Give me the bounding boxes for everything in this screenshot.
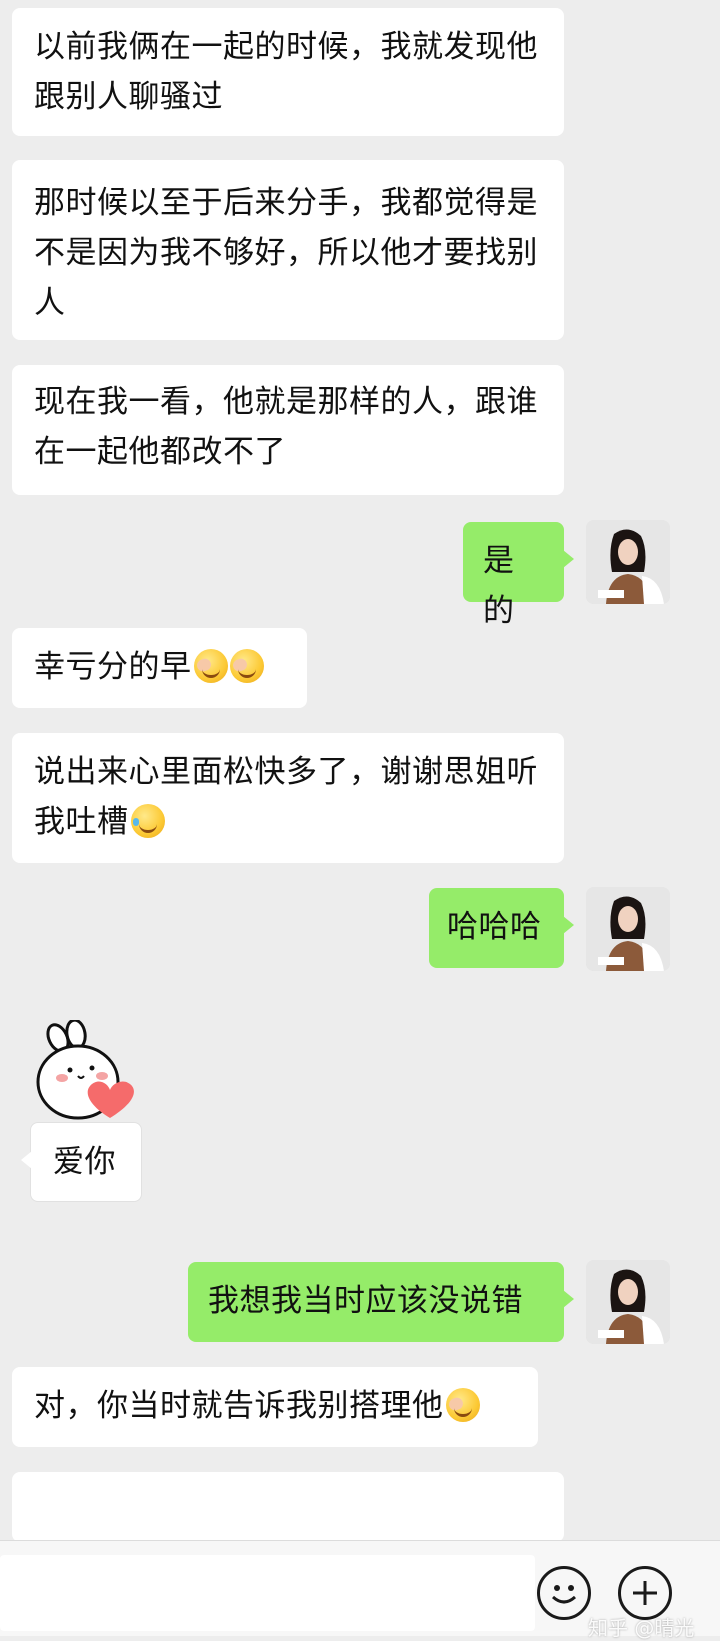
outgoing-message-bubble[interactable]: 我想我当时应该没说错 — [188, 1262, 574, 1342]
avatar[interactable] — [586, 1260, 670, 1344]
love-you-bunny-sticker[interactable] — [30, 1018, 150, 1125]
message-text: 爱你 — [53, 1144, 116, 1180]
chat-window[interactable]: 以前我俩在一起的时候，我就发现他跟别人聊骚过 那时候以至于后来分手，我都觉得是不… — [0, 0, 720, 1542]
message-text: 幸亏分的早 — [34, 649, 192, 685]
incoming-message-bubble[interactable]: 现在我一看，他就是那样的人，跟谁在一起他都改不了 — [12, 365, 564, 495]
message-text: 哈哈哈 — [447, 909, 542, 945]
avatar[interactable] — [586, 520, 670, 604]
message-text: 对，你当时就告诉我别搭理他 — [34, 1388, 444, 1424]
incoming-message-bubble[interactable]: 说出来心里面松快多了，谢谢思姐听我吐槽 — [12, 733, 564, 863]
incoming-message-bubble[interactable] — [12, 1472, 564, 1542]
message-text: 我想我当时应该没说错 — [208, 1283, 523, 1319]
incoming-message-bubble[interactable]: 幸亏分的早 — [12, 628, 307, 708]
smiley-icon[interactable] — [537, 1566, 591, 1620]
message-text: 说出来心里面松快多了，谢谢思姐听我吐槽 — [34, 754, 538, 840]
avatar-woman-image — [586, 1260, 670, 1344]
avatar-woman-image — [586, 887, 670, 971]
message-text: 是的 — [483, 543, 515, 629]
smiley-face-glyph — [551, 1585, 577, 1604]
incoming-message-bubble[interactable]: 爱你 — [21, 1122, 142, 1202]
facepalm-emoji — [229, 649, 264, 683]
watermark: 知乎 @晴光 — [588, 1616, 695, 1640]
incoming-message-bubble[interactable]: 那时候以至于后来分手，我都觉得是不是因为我不够好，所以他才要找别人 — [12, 160, 564, 340]
plus-glyph — [633, 1581, 657, 1605]
bunny-sticker-image — [36, 1018, 134, 1120]
laugh-cry-emoji — [130, 804, 165, 838]
avatar-woman-image — [586, 520, 670, 604]
facepalm-emoji — [193, 649, 228, 683]
facepalm-emoji — [445, 1388, 480, 1422]
outgoing-message-bubble[interactable]: 是的 — [463, 522, 574, 629]
message-text: 以前我俩在一起的时候，我就发现他跟别人聊骚过 — [34, 29, 538, 115]
outgoing-message-bubble[interactable]: 哈哈哈 — [429, 888, 574, 968]
message-text: 那时候以至于后来分手，我都觉得是不是因为我不够好，所以他才要找别人 — [34, 185, 538, 321]
message-text: 现在我一看，他就是那样的人，跟谁在一起他都改不了 — [34, 384, 538, 470]
avatar[interactable] — [586, 887, 670, 971]
incoming-message-bubble[interactable]: 对，你当时就告诉我别搭理他 — [12, 1367, 538, 1447]
message-input[interactable] — [0, 1555, 535, 1631]
incoming-message-bubble[interactable]: 以前我俩在一起的时候，我就发现他跟别人聊骚过 — [12, 8, 564, 136]
